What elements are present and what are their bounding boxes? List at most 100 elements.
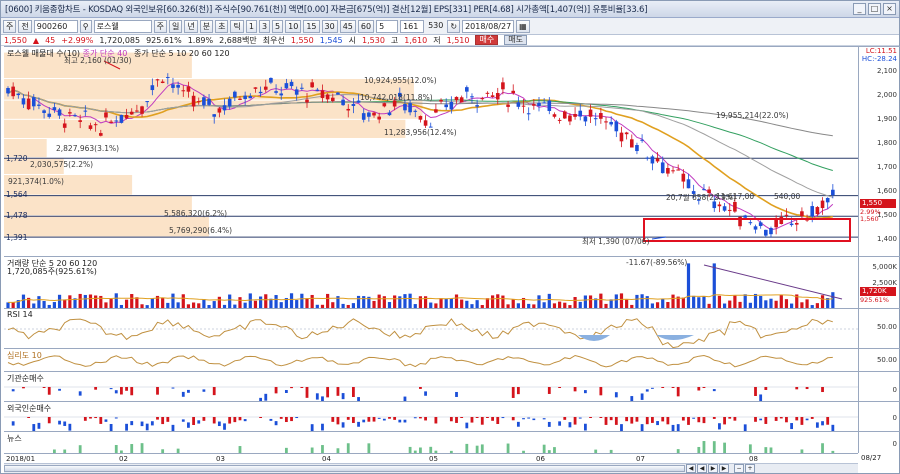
institution-bar (78, 391, 82, 396)
volume-bar (21, 294, 26, 308)
minimize-button[interactable]: _ (853, 3, 866, 15)
foreign-panel[interactable]: 외국인순매수 (4, 401, 858, 431)
date-label-02: 02 (119, 455, 128, 463)
foreign-bar (130, 421, 134, 426)
interval-5-button[interactable]: 5 (272, 19, 284, 33)
price-axis[interactable]: LC:11.51 HC:-28.24 2,100 2,000 1,900 1,8… (858, 46, 900, 256)
candle-body (423, 120, 428, 126)
volume-bar (661, 299, 665, 308)
interval-10-button[interactable]: 10 (285, 19, 302, 33)
horizontal-scrollbar[interactable]: ◀ ◀ ▶ ▶ − + (4, 463, 858, 473)
foreign-bar (161, 417, 165, 425)
volume-bar (712, 263, 716, 308)
foreign-bar (336, 417, 340, 425)
volume-panel[interactable]: 거래량 단순 5 20 60 120 1,720,085주(925.61%) -… (4, 256, 858, 308)
foreign-bar (393, 417, 397, 420)
foreign-bar (681, 417, 685, 421)
period-second-button[interactable]: 초 (215, 19, 229, 33)
candle-body (166, 77, 170, 79)
period-day-button[interactable]: 일 (168, 19, 183, 33)
foreign-bar (382, 418, 386, 421)
institution-bar (352, 387, 355, 397)
period-week-button[interactable]: 주 (153, 19, 167, 33)
interval-60-button[interactable]: 60 (357, 19, 375, 33)
candle-body (444, 104, 448, 108)
foreign-bar (274, 421, 278, 426)
count-select[interactable]: 5 (376, 19, 399, 33)
price-panel[interactable]: 로스웰 매물대 수(10) 종가 단순 40 종가 단순 5 10 20 60 … (4, 46, 858, 256)
candle-body (212, 114, 217, 117)
volume-profile-label-12: 540,00 (774, 192, 801, 201)
psy-panel[interactable]: 심리도 10 (4, 348, 858, 371)
candle-body (114, 120, 119, 122)
chart-type-button[interactable]: 주 (3, 19, 17, 33)
candle-body (269, 77, 273, 83)
interval-45-button[interactable]: 45 (339, 19, 356, 33)
institution-chart-canvas (4, 386, 858, 401)
rsi-axis[interactable]: 50.00 (858, 308, 900, 348)
price-tag-2: 1,560 (860, 215, 879, 223)
interval-3-button[interactable]: 3 (258, 19, 271, 33)
volume-annotation: -11.67(-89.56%) (626, 258, 688, 267)
foreign-bar (640, 424, 644, 431)
period-tick-button[interactable]: 틱 (230, 19, 244, 33)
scroll-last-icon[interactable]: ▶ (719, 464, 729, 473)
foreign-bar (259, 417, 263, 418)
interval-30-button[interactable]: 30 (321, 19, 338, 33)
candle-body (516, 102, 521, 107)
volume-bar (619, 293, 624, 308)
psy-line (7, 354, 833, 368)
institution-panel[interactable]: 기관순매수 (4, 371, 858, 401)
foreign-axis[interactable]: 0 (858, 401, 900, 431)
candle-body (666, 168, 670, 174)
candle-body (645, 157, 650, 159)
scroll-left-icon[interactable]: ◀ (697, 464, 707, 473)
chart-window: [0600] 키움종합차트 - KOSDAQ 외국인보유[60.326(천)] … (0, 0, 900, 474)
news-panel[interactable]: 뉴스 (4, 431, 858, 453)
page-input[interactable]: 161 (400, 19, 425, 33)
interval-15-button[interactable]: 15 (303, 19, 320, 33)
institution-bar (795, 387, 799, 390)
period-minute-button[interactable]: 분 (199, 19, 214, 33)
buy-button[interactable]: 매수 (475, 35, 499, 45)
refresh-icon[interactable]: ↻ (447, 19, 461, 33)
candle-body (145, 101, 149, 103)
market-select[interactable]: 전 (18, 19, 32, 33)
sell-button[interactable]: 매도 (504, 35, 527, 45)
candle-body (588, 109, 593, 117)
candle-body (635, 145, 639, 152)
zoom-in-icon[interactable]: + (745, 464, 755, 473)
institution-bar (187, 389, 190, 393)
stock-code-input[interactable]: 900260 (33, 19, 78, 33)
rsi-panel[interactable]: RSI 14 (4, 308, 858, 348)
volume-bar (114, 293, 118, 308)
volume-bar (454, 294, 459, 308)
scroll-right-icon[interactable]: ▶ (708, 464, 718, 473)
candle-body (129, 111, 134, 115)
candle-body (459, 97, 464, 103)
foreign-bar (522, 418, 525, 420)
institution-axis[interactable]: 0 (858, 371, 900, 401)
scrollbar-thumb[interactable] (4, 465, 685, 472)
current-price: 1,550 (4, 35, 27, 45)
calendar-icon[interactable]: ▦ (516, 19, 530, 33)
period-year-button[interactable]: 년 (184, 19, 198, 33)
volume-bar (671, 294, 675, 308)
volume-axis[interactable]: 5,000K 2,500K 1,720K 925.61% (858, 256, 900, 308)
rsi-chart-canvas (4, 318, 858, 348)
scroll-first-icon[interactable]: ◀ (686, 464, 696, 473)
stock-name-field[interactable]: 로스웰 (93, 19, 152, 33)
close-button[interactable]: × (883, 3, 896, 15)
volume-bar (805, 299, 809, 308)
level-1720: 1,720 (6, 154, 28, 163)
maximize-button[interactable]: □ (868, 3, 881, 15)
zoom-out-icon[interactable]: − (734, 464, 744, 473)
psy-axis[interactable]: 50.00 (858, 348, 900, 371)
news-axis[interactable]: 0 (858, 431, 900, 453)
institution-bar (120, 387, 123, 395)
candle-body (16, 93, 21, 96)
interval-1-button[interactable]: 1 (245, 19, 257, 33)
date-input[interactable]: 2018/08/27 (462, 19, 515, 33)
candle-body (490, 95, 495, 97)
search-icon[interactable]: ⚲ (79, 19, 92, 33)
